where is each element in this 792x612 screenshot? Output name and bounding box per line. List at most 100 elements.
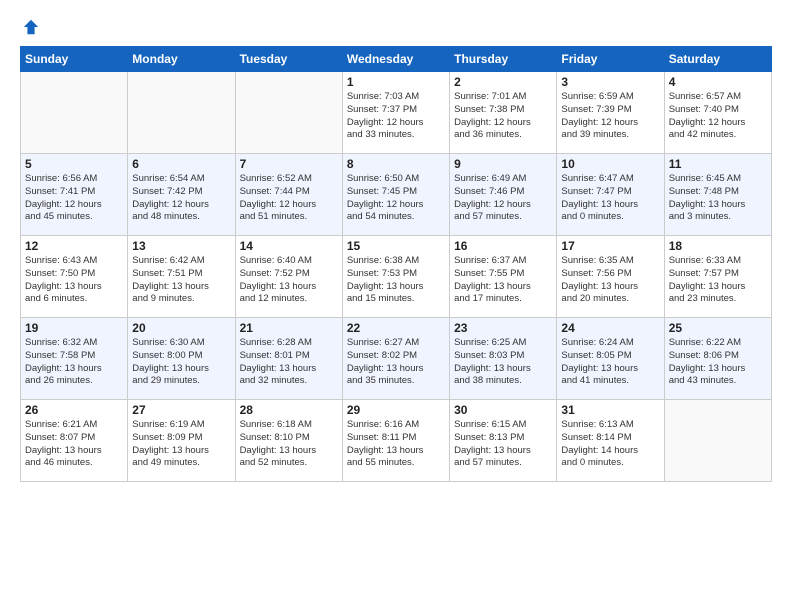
- day-info: Sunrise: 6:54 AM Sunset: 7:42 PM Dayligh…: [132, 173, 230, 224]
- day-number: 17: [561, 239, 659, 253]
- calendar-header-saturday: Saturday: [664, 47, 771, 72]
- day-number: 25: [669, 321, 767, 335]
- day-info: Sunrise: 6:38 AM Sunset: 7:53 PM Dayligh…: [347, 255, 445, 306]
- calendar-week-row: 1 Sunrise: 7:03 AM Sunset: 7:37 PM Daylig…: [21, 72, 772, 154]
- day-number: 16: [454, 239, 552, 253]
- day-info: Sunrise: 6:40 AM Sunset: 7:52 PM Dayligh…: [240, 255, 338, 306]
- day-number: 3: [561, 75, 659, 89]
- day-number: 4: [669, 75, 767, 89]
- calendar-cell: 14 Sunrise: 6:40 AM Sunset: 7:52 PM Dayli…: [235, 236, 342, 318]
- calendar-cell: 25Sunrise: 6:22 AM Sunset: 8:06 PM Dayli…: [664, 318, 771, 400]
- logo-icon: [22, 18, 40, 36]
- day-info: Sunrise: 6:52 AM Sunset: 7:44 PM Dayligh…: [240, 173, 338, 224]
- calendar-cell: 28 Sunrise: 6:18 AM Sunset: 8:10 PM Dayli…: [235, 400, 342, 482]
- calendar-cell: 27 Sunrise: 6:19 AM Sunset: 8:09 PM Dayli…: [128, 400, 235, 482]
- calendar-week-row: 12 Sunrise: 6:43 AM Sunset: 7:50 PM Dayli…: [21, 236, 772, 318]
- calendar-week-row: 19 Sunrise: 6:32 AM Sunset: 7:58 PM Dayli…: [21, 318, 772, 400]
- day-number: 26: [25, 403, 123, 417]
- calendar-cell: 26 Sunrise: 6:21 AM Sunset: 8:07 PM Dayli…: [21, 400, 128, 482]
- calendar-cell: 22 Sunrise: 6:27 AM Sunset: 8:02 PM Dayli…: [342, 318, 449, 400]
- calendar-cell: 2 Sunrise: 7:01 AM Sunset: 7:38 PM Daylig…: [450, 72, 557, 154]
- calendar-header-row: SundayMondayTuesdayWednesdayThursdayFrid…: [21, 47, 772, 72]
- day-info: Sunrise: 7:01 AM Sunset: 7:38 PM Dayligh…: [454, 91, 552, 142]
- calendar-cell: 31Sunrise: 6:13 AM Sunset: 8:14 PM Dayli…: [557, 400, 664, 482]
- day-info: Sunrise: 6:32 AM Sunset: 7:58 PM Dayligh…: [25, 337, 123, 388]
- calendar-cell: 15 Sunrise: 6:38 AM Sunset: 7:53 PM Dayli…: [342, 236, 449, 318]
- day-number: 1: [347, 75, 445, 89]
- header: [20, 16, 772, 36]
- calendar-cell: [664, 400, 771, 482]
- day-info: Sunrise: 6:21 AM Sunset: 8:07 PM Dayligh…: [25, 419, 123, 470]
- day-number: 7: [240, 157, 338, 171]
- day-number: 10: [561, 157, 659, 171]
- day-info: Sunrise: 6:27 AM Sunset: 8:02 PM Dayligh…: [347, 337, 445, 388]
- day-number: 21: [240, 321, 338, 335]
- calendar-cell: 29 Sunrise: 6:16 AM Sunset: 8:11 PM Dayli…: [342, 400, 449, 482]
- day-number: 15: [347, 239, 445, 253]
- day-info: Sunrise: 6:59 AM Sunset: 7:39 PM Dayligh…: [561, 91, 659, 142]
- day-number: 18: [669, 239, 767, 253]
- calendar-cell: 18 Sunrise: 6:33 AM Sunset: 7:57 PM Dayli…: [664, 236, 771, 318]
- day-number: 12: [25, 239, 123, 253]
- calendar-cell: 5Sunrise: 6:56 AM Sunset: 7:41 PM Daylig…: [21, 154, 128, 236]
- day-info: Sunrise: 6:35 AM Sunset: 7:56 PM Dayligh…: [561, 255, 659, 306]
- calendar-cell: 9Sunrise: 6:49 AM Sunset: 7:46 PM Daylig…: [450, 154, 557, 236]
- day-number: 28: [240, 403, 338, 417]
- day-info: Sunrise: 6:57 AM Sunset: 7:40 PM Dayligh…: [669, 91, 767, 142]
- calendar-cell: 7 Sunrise: 6:52 AM Sunset: 7:44 PM Daylig…: [235, 154, 342, 236]
- day-number: 19: [25, 321, 123, 335]
- calendar-cell: 20 Sunrise: 6:30 AM Sunset: 8:00 PM Dayli…: [128, 318, 235, 400]
- day-number: 20: [132, 321, 230, 335]
- day-number: 27: [132, 403, 230, 417]
- day-info: Sunrise: 6:56 AM Sunset: 7:41 PM Dayligh…: [25, 173, 123, 224]
- day-number: 23: [454, 321, 552, 335]
- day-info: Sunrise: 6:28 AM Sunset: 8:01 PM Dayligh…: [240, 337, 338, 388]
- day-info: Sunrise: 6:43 AM Sunset: 7:50 PM Dayligh…: [25, 255, 123, 306]
- day-info: Sunrise: 6:16 AM Sunset: 8:11 PM Dayligh…: [347, 419, 445, 470]
- day-number: 29: [347, 403, 445, 417]
- calendar-header-friday: Friday: [557, 47, 664, 72]
- day-number: 6: [132, 157, 230, 171]
- day-info: Sunrise: 6:37 AM Sunset: 7:55 PM Dayligh…: [454, 255, 552, 306]
- day-number: 24: [561, 321, 659, 335]
- day-info: Sunrise: 6:42 AM Sunset: 7:51 PM Dayligh…: [132, 255, 230, 306]
- calendar-cell: 21 Sunrise: 6:28 AM Sunset: 8:01 PM Dayli…: [235, 318, 342, 400]
- day-info: Sunrise: 6:24 AM Sunset: 8:05 PM Dayligh…: [561, 337, 659, 388]
- calendar-cell: 10Sunrise: 6:47 AM Sunset: 7:47 PM Dayli…: [557, 154, 664, 236]
- calendar-cell: 3 Sunrise: 6:59 AM Sunset: 7:39 PM Daylig…: [557, 72, 664, 154]
- day-info: Sunrise: 6:30 AM Sunset: 8:00 PM Dayligh…: [132, 337, 230, 388]
- calendar-cell: [21, 72, 128, 154]
- day-info: Sunrise: 6:18 AM Sunset: 8:10 PM Dayligh…: [240, 419, 338, 470]
- logo: [20, 16, 40, 36]
- day-number: 22: [347, 321, 445, 335]
- calendar-header-monday: Monday: [128, 47, 235, 72]
- day-number: 11: [669, 157, 767, 171]
- calendar-table: SundayMondayTuesdayWednesdayThursdayFrid…: [20, 46, 772, 482]
- day-info: Sunrise: 7:03 AM Sunset: 7:37 PM Dayligh…: [347, 91, 445, 142]
- calendar-week-row: 5Sunrise: 6:56 AM Sunset: 7:41 PM Daylig…: [21, 154, 772, 236]
- calendar-cell: 30Sunrise: 6:15 AM Sunset: 8:13 PM Dayli…: [450, 400, 557, 482]
- day-number: 13: [132, 239, 230, 253]
- day-info: Sunrise: 6:33 AM Sunset: 7:57 PM Dayligh…: [669, 255, 767, 306]
- calendar-cell: [128, 72, 235, 154]
- calendar-cell: 17 Sunrise: 6:35 AM Sunset: 7:56 PM Dayli…: [557, 236, 664, 318]
- calendar-cell: 8 Sunrise: 6:50 AM Sunset: 7:45 PM Daylig…: [342, 154, 449, 236]
- day-number: 14: [240, 239, 338, 253]
- calendar-cell: 19 Sunrise: 6:32 AM Sunset: 7:58 PM Dayli…: [21, 318, 128, 400]
- day-number: 8: [347, 157, 445, 171]
- day-info: Sunrise: 6:25 AM Sunset: 8:03 PM Dayligh…: [454, 337, 552, 388]
- day-info: Sunrise: 6:13 AM Sunset: 8:14 PM Dayligh…: [561, 419, 659, 470]
- calendar-header-tuesday: Tuesday: [235, 47, 342, 72]
- calendar-cell: 6 Sunrise: 6:54 AM Sunset: 7:42 PM Daylig…: [128, 154, 235, 236]
- calendar-cell: 16 Sunrise: 6:37 AM Sunset: 7:55 PM Dayli…: [450, 236, 557, 318]
- calendar-cell: [235, 72, 342, 154]
- day-info: Sunrise: 6:45 AM Sunset: 7:48 PM Dayligh…: [669, 173, 767, 224]
- calendar-cell: 1 Sunrise: 7:03 AM Sunset: 7:37 PM Daylig…: [342, 72, 449, 154]
- day-info: Sunrise: 6:50 AM Sunset: 7:45 PM Dayligh…: [347, 173, 445, 224]
- calendar-week-row: 26 Sunrise: 6:21 AM Sunset: 8:07 PM Dayli…: [21, 400, 772, 482]
- calendar-page: SundayMondayTuesdayWednesdayThursdayFrid…: [0, 0, 792, 612]
- day-number: 2: [454, 75, 552, 89]
- day-info: Sunrise: 6:19 AM Sunset: 8:09 PM Dayligh…: [132, 419, 230, 470]
- day-number: 30: [454, 403, 552, 417]
- calendar-header-wednesday: Wednesday: [342, 47, 449, 72]
